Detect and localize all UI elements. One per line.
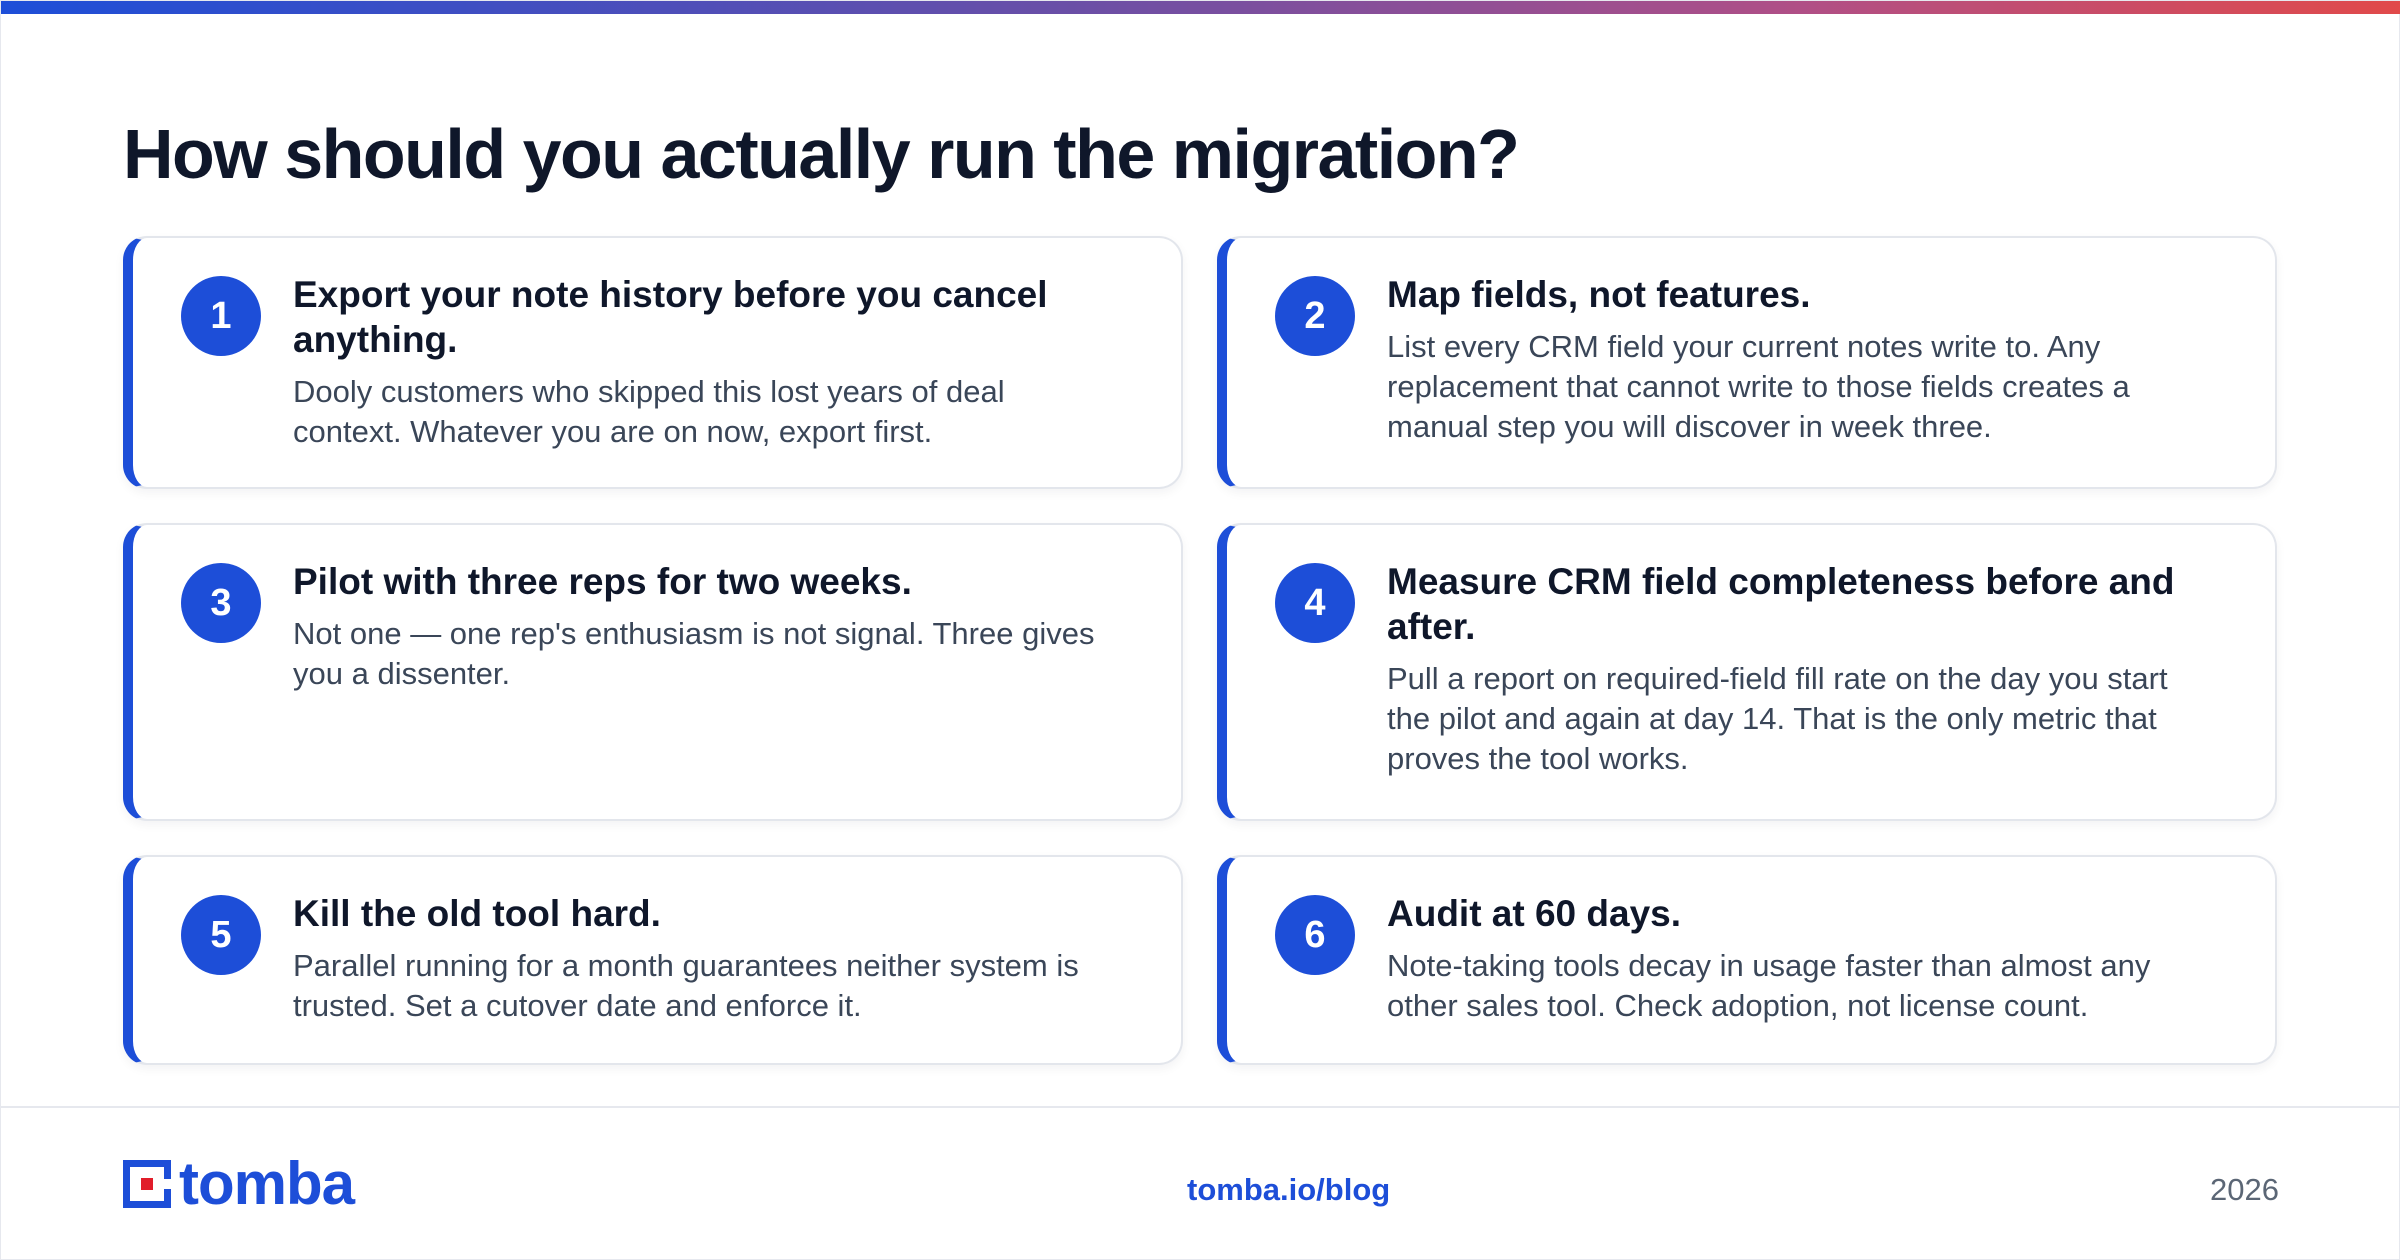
footer: tomba tomba.io/blog 2026 <box>1 1106 2400 1260</box>
step-number-badge: 3 <box>181 563 261 643</box>
step-card-5: 5 Kill the old tool hard. Parallel runni… <box>123 855 1183 1065</box>
step-card-6: 6 Audit at 60 days. Note-taking tools de… <box>1217 855 2277 1065</box>
step-number-badge: 1 <box>181 276 261 356</box>
step-title: Pilot with three reps for two weeks. <box>293 561 912 602</box>
step-title: Measure CRM field completeness before an… <box>1387 561 2175 647</box>
step-description: Pull a report on required-field fill rat… <box>1387 661 2168 776</box>
logo-dot <box>141 1178 153 1190</box>
blog-infographic: How should you actually run the migratio… <box>0 0 2400 1260</box>
step-card-2: 2 Map fields, not features. List every C… <box>1217 236 2277 489</box>
step-number-badge: 4 <box>1275 563 1355 643</box>
page-title: How should you actually run the migratio… <box>123 115 1520 193</box>
logo-text: tomba <box>179 1150 355 1217</box>
steps-grid: 1 Export your note history before you ca… <box>123 236 2279 1065</box>
step-title: Kill the old tool hard. <box>293 893 661 934</box>
step-card-body: Pilot with three reps for two weeks. Not… <box>293 559 1121 694</box>
tomba-logo[interactable]: tomba <box>123 1150 355 1217</box>
step-title: Audit at 60 days. <box>1387 893 1682 934</box>
step-description: Not one — one rep's enthusiasm is not si… <box>293 616 1095 691</box>
step-title: Export your note history before you canc… <box>293 274 1048 360</box>
step-card-3: 3 Pilot with three reps for two weeks. N… <box>123 523 1183 821</box>
blog-link[interactable]: tomba.io/blog <box>1187 1170 1390 1210</box>
step-description: Note-taking tools decay in usage faster … <box>1387 948 2151 1023</box>
step-number-badge: 2 <box>1275 276 1355 356</box>
step-card-body: Kill the old tool hard. Parallel running… <box>293 891 1121 1026</box>
step-card-body: Export your note history before you canc… <box>293 272 1121 452</box>
logo-mark-icon <box>123 1160 171 1208</box>
step-number-badge: 5 <box>181 895 261 975</box>
step-description: List every CRM field your current notes … <box>1387 329 2130 444</box>
step-card-1: 1 Export your note history before you ca… <box>123 236 1183 489</box>
step-description: Parallel running for a month guarantees … <box>293 948 1079 1023</box>
step-card-body: Map fields, not features. List every CRM… <box>1387 272 2215 447</box>
step-card-body: Measure CRM field completeness before an… <box>1387 559 2215 779</box>
step-card-4: 4 Measure CRM field completeness before … <box>1217 523 2277 821</box>
footer-year: 2026 <box>2210 1172 2279 1207</box>
top-gradient-bar <box>1 1 2400 14</box>
logo-notch <box>163 1179 171 1189</box>
step-title: Map fields, not features. <box>1387 274 1811 315</box>
step-number-badge: 6 <box>1275 895 1355 975</box>
step-description: Dooly customers who skipped this lost ye… <box>293 374 1005 449</box>
step-card-body: Audit at 60 days. Note-taking tools deca… <box>1387 891 2215 1026</box>
